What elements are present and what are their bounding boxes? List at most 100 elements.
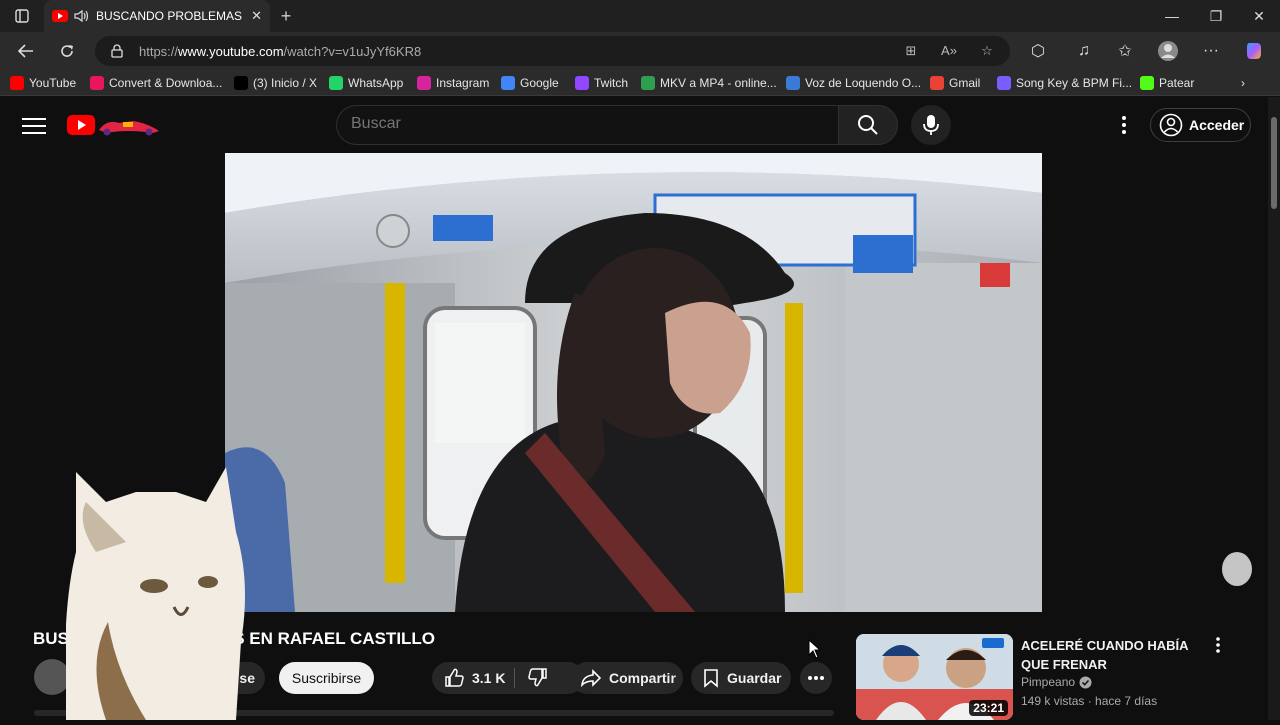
k-icon (1140, 76, 1154, 90)
like-dislike-group: 3.1 K (432, 662, 584, 694)
more-actions-button[interactable] (800, 662, 832, 694)
media-button[interactable]: ♫ (1071, 39, 1097, 63)
maximize-button[interactable]: ❐ (1194, 0, 1238, 32)
signin-label: Acceder (1189, 117, 1245, 133)
save-label: Guardar (727, 670, 782, 686)
back-arrow-icon (17, 44, 33, 58)
share-button[interactable]: Compartir (571, 662, 683, 694)
favorite-star-icon[interactable]: ☆ (978, 42, 996, 60)
copilot-button[interactable] (1241, 39, 1267, 63)
url-host: www.youtube.com (178, 44, 284, 59)
bookmark-item[interactable]: Voz de Loquendo O... (786, 74, 921, 92)
tab-actions-button[interactable] (0, 0, 44, 32)
minimize-button[interactable]: — (1150, 0, 1194, 32)
signin-button[interactable]: Acceder (1150, 108, 1251, 142)
bookmark-item[interactable]: WhatsApp (329, 74, 403, 92)
bookmark-label: Twitch (594, 76, 629, 90)
bookmark-label: Voz de Loquendo O... (805, 76, 922, 90)
app-available-icon[interactable]: ⊞ (902, 42, 920, 60)
bookmark-item[interactable]: Google (501, 74, 559, 92)
youtube-favicon-icon (52, 10, 68, 22)
settings-menu-button[interactable]: ··· (1198, 39, 1224, 63)
extensions-button[interactable]: ⬡ (1025, 39, 1051, 63)
channel-avatar[interactable] (34, 659, 70, 695)
floating-sticker-icon[interactable] (1222, 552, 1252, 586)
related-video-thumbnail[interactable]: 23:21 (856, 634, 1013, 720)
bookmark-label: (3) Inicio / X (253, 76, 318, 90)
bookmark-item[interactable]: Instagram (417, 74, 489, 92)
bookmark-label: Song Key & BPM Fi... (1016, 76, 1133, 90)
related-channel[interactable]: Pimpeano (1021, 675, 1092, 689)
thumbs-down-icon (528, 667, 547, 686)
x-icon (234, 76, 248, 90)
bookmark-item[interactable]: Patear (1140, 74, 1194, 92)
search-button[interactable] (838, 105, 898, 145)
save-button[interactable]: Guardar (691, 662, 791, 694)
ellipsis-icon: ··· (1203, 42, 1219, 59)
bookmark-item[interactable]: Convert & Downloa... (90, 74, 222, 92)
bookmarks-bar: YouTube Convert & Downloa... (3) Inicio / … (0, 70, 1280, 96)
bookmark-item[interactable]: Song Key & BPM Fi... (997, 74, 1132, 92)
copilot-icon (1247, 43, 1261, 59)
address-bar[interactable]: https://www.youtube.com/watch?v=v1uJyYf6… (95, 36, 1010, 66)
bookmark-item[interactable]: (3) Inicio / X (234, 74, 317, 92)
bookmark-label: Gmail (949, 76, 981, 90)
tab-active[interactable]: BUSCANDO PROBLEMAS EN RAFAEL CASTILLO ✕ (44, 0, 270, 32)
bookmark-item[interactable]: Twitch (575, 74, 628, 92)
subscribe-button[interactable]: Suscribirse (279, 662, 374, 694)
bookmark-item[interactable]: Gmail (930, 74, 980, 92)
bookmark-item[interactable]: MKV a MP4 - online... (641, 74, 777, 92)
lock-icon[interactable] (111, 44, 123, 58)
browser-toolbar: https://www.youtube.com/watch?v=v1uJyYf6… (0, 32, 1280, 70)
profile-avatar-icon (1158, 41, 1178, 61)
scrollbar-thumb[interactable] (1271, 117, 1277, 209)
song-key-icon (997, 76, 1011, 90)
youtube-logo[interactable] (67, 113, 161, 137)
close-tab-icon[interactable]: ✕ (251, 8, 262, 24)
video-player[interactable] (225, 153, 1042, 612)
profile-button[interactable] (1155, 39, 1181, 63)
reload-icon (61, 45, 73, 57)
bookmark-label: MKV a MP4 - online... (660, 76, 777, 90)
cat-sticker-overlay (64, 462, 251, 720)
bookmark-item[interactable]: YouTube (10, 74, 76, 92)
page-scrollbar[interactable] (1268, 97, 1280, 720)
speaker-icon[interactable] (74, 9, 90, 23)
settings-more-icon[interactable] (1112, 113, 1136, 137)
search-box[interactable] (336, 105, 838, 145)
new-tab-button[interactable]: + (276, 6, 296, 26)
favorites-icon: ✩ (1118, 43, 1132, 60)
dislike-button[interactable] (528, 667, 548, 690)
like-button[interactable]: 3.1 K (432, 668, 514, 688)
music-icon: ♫ (1078, 42, 1090, 59)
download-icon (90, 76, 104, 90)
gmail-icon (930, 76, 944, 90)
bookmarks-overflow-chevron-icon[interactable]: › (1241, 74, 1245, 92)
related-more-icon[interactable] (1216, 637, 1234, 657)
voice-search-button[interactable] (911, 105, 951, 145)
search-icon (858, 115, 878, 135)
verified-check-icon (1079, 676, 1092, 688)
reload-button[interactable] (54, 39, 80, 63)
puzzle-icon: ⬡ (1031, 43, 1045, 60)
related-video-title[interactable]: ACELERÉ CUANDO HABÍA QUE FRENAR (1021, 636, 1211, 674)
bookmark-label: Google (520, 76, 559, 90)
account-circle-icon (1159, 113, 1183, 137)
youtube-icon (10, 76, 24, 90)
mouse-cursor-icon (808, 639, 822, 659)
youtube-page: Acceder (0, 97, 1268, 720)
tab-actions-icon (15, 9, 29, 23)
bookmark-label: Convert & Downloa... (109, 76, 223, 90)
menu-icon[interactable] (22, 115, 46, 135)
close-window-button[interactable]: ✕ (1237, 0, 1280, 32)
more-horizontal-icon (808, 676, 824, 680)
audio-bars-icon (786, 76, 800, 90)
favorites-button[interactable]: ✩ (1112, 39, 1138, 63)
tab-title: BUSCANDO PROBLEMAS EN RAFAEL CASTILLO (96, 9, 245, 23)
read-aloud-icon[interactable]: A» (940, 42, 958, 60)
search-input[interactable] (351, 115, 821, 133)
bookmark-label: Instagram (436, 76, 490, 90)
back-button[interactable] (13, 39, 39, 63)
url-text: https://www.youtube.com/watch?v=v1uJyYf6… (139, 44, 421, 59)
url-prefix: https:// (139, 44, 179, 59)
